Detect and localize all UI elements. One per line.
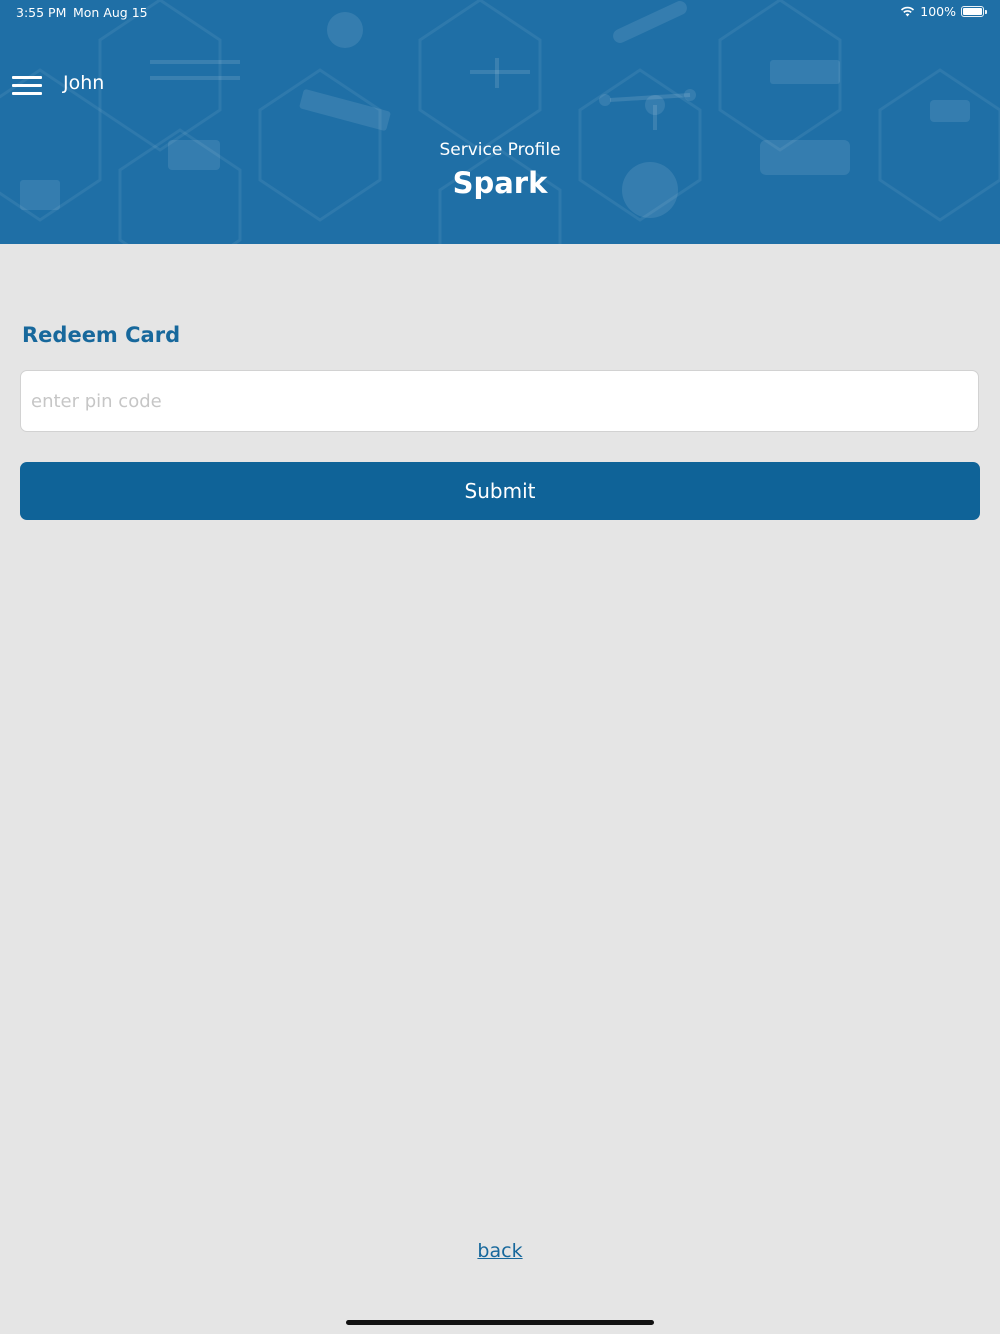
header-pattern (0, 0, 1000, 244)
status-bar: 3:55 PM Mon Aug 15 100% (0, 0, 1000, 24)
hamburger-menu-icon[interactable] (10, 70, 44, 100)
menu-bar-bottom (12, 92, 42, 95)
status-date: Mon Aug 15 (73, 5, 148, 20)
user-name: John (63, 72, 105, 94)
wifi-icon (901, 6, 915, 17)
battery-percentage: 100% (920, 4, 956, 19)
menu-bar-top (12, 76, 42, 79)
status-indicators: 100% (900, 4, 987, 19)
page-title: Spark (452, 166, 548, 200)
status-time: 3:55 PM (16, 5, 67, 20)
battery-level (963, 8, 982, 15)
back-link[interactable]: back (477, 1240, 522, 1262)
home-indicator[interactable] (346, 1320, 654, 1325)
pin-code-input[interactable] (20, 370, 979, 432)
redeem-card-heading: Redeem Card (22, 323, 181, 347)
submit-button[interactable]: Submit (20, 462, 980, 520)
battery-tip (985, 10, 987, 14)
back-link-container: back (0, 1240, 1000, 1262)
battery-icon (961, 6, 987, 17)
header-banner: 3:55 PM Mon Aug 15 100% John Service Pro… (0, 0, 1000, 244)
menu-bar-middle (12, 84, 42, 87)
page-subtitle: Service Profile (439, 140, 561, 160)
